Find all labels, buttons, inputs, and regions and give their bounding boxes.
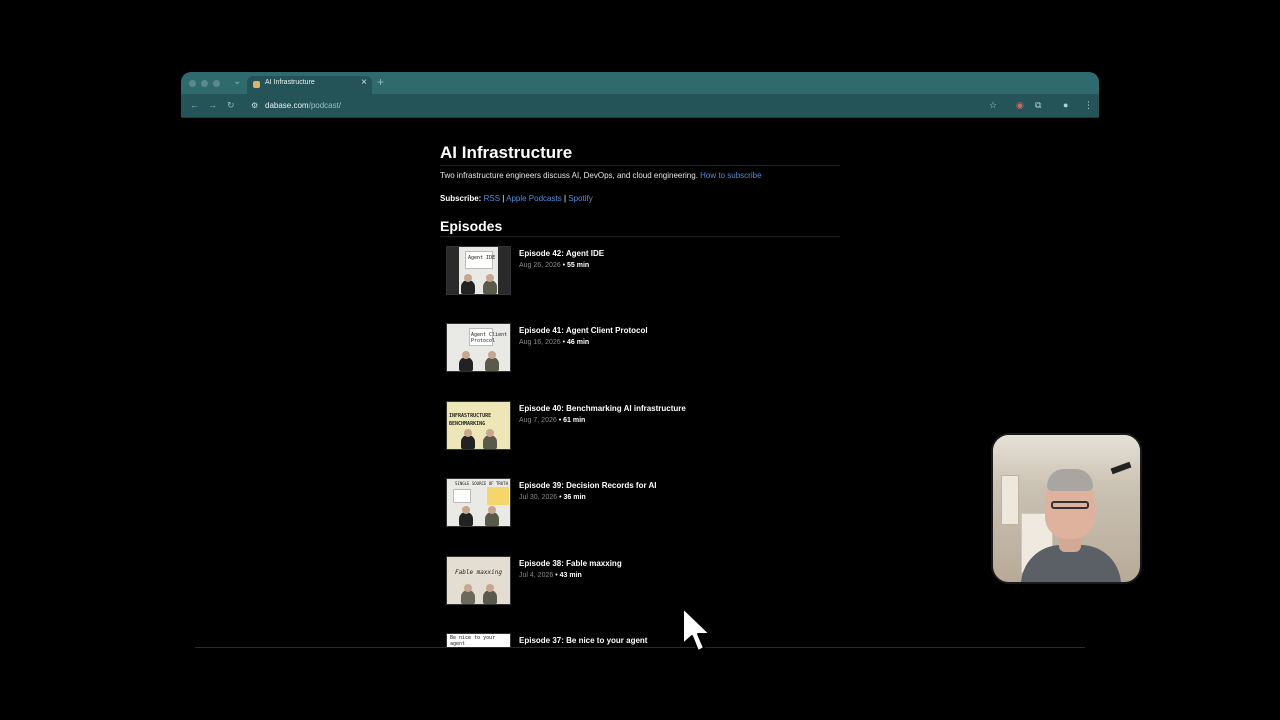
episode-thumbnail[interactable]: Agent IDE [446,246,511,295]
reload-icon[interactable]: ↻ [227,100,235,111]
episode-meta: Jul 4, 2026 • 43 min [519,572,582,579]
page-description: Two infrastructure engineers discuss AI,… [440,171,840,180]
episode-duration: 36 min [563,494,586,501]
episode-duration: 61 min [563,417,586,424]
host-figure [459,357,473,371]
thumbnail-board-text: SINGLE SOURCE OF TRUTH [455,481,508,486]
host-figure [461,590,475,604]
back-arrow-icon[interactable]: ← [190,100,199,110]
page-viewport: AI Infrastructure Two infrastructure eng… [181,119,1099,648]
site-settings-icon[interactable]: ⚙ [251,101,258,110]
subscribe-label: Subscribe: [440,194,482,203]
forward-arrow-icon[interactable]: → [208,100,217,110]
url-text[interactable]: dabase.com/podcast/ [265,101,341,110]
how-to-subscribe-link[interactable]: How to subscribe [700,171,761,180]
host-figure [485,357,499,371]
episode-title[interactable]: Episode 42: Agent IDE [519,249,604,258]
meta-separator: • [558,417,562,424]
star-icon[interactable]: ☆ [989,100,997,111]
episode-duration: 55 min [567,262,590,269]
description-text: Two infrastructure engineers discuss AI,… [440,171,698,180]
puzzle-icon[interactable]: ⧉ [1035,100,1041,111]
screen-divider [195,647,1085,648]
subscribe-row: Subscribe: RSS | Apple Podcasts | Spotif… [440,194,840,203]
tab-active[interactable]: AI Infrastructure × [247,76,372,94]
url-path: /podcast/ [308,101,342,110]
window-zoom-dot[interactable] [213,80,220,87]
episode-title[interactable]: Episode 41: Agent Client Protocol [519,326,648,335]
episode-title[interactable]: Episode 38: Fable maxxing [519,559,622,568]
episode-date: Jul 4, 2026 [519,572,554,579]
episode-item[interactable]: Fable maxxing Episode 38: Fable maxxing … [446,556,836,606]
host-figure [485,512,499,526]
host-figure [461,435,475,449]
browser-toolbar: ← → ↻ ⚙ dabase.com/podcast/ ☆ ◉ ⧉ ● ⋮ [181,94,1099,118]
tab-favicon-icon [253,81,260,88]
episode-item[interactable]: Agent Client Protocol Episode 41: Agent … [446,323,836,373]
episode-title[interactable]: Episode 37: Be nice to your agent [519,636,647,645]
host-figure [461,280,475,294]
kebab-menu-icon[interactable]: ⋮ [1084,100,1093,111]
episode-item[interactable]: SINGLE SOURCE OF TRUTH Episode 39: Decis… [446,478,836,528]
meta-separator: • [555,572,558,579]
episode-thumbnail[interactable]: Be nice to your agent [446,633,511,648]
podcast-page: AI Infrastructure Two infrastructure eng… [440,143,840,237]
episode-thumbnail[interactable]: Agent Client Protocol [446,323,511,372]
new-tab-button[interactable]: + [377,75,384,89]
episode-thumbnail[interactable]: SINGLE SOURCE OF TRUTH [446,478,511,527]
thumbnail-board-text: Be nice to your agent [450,635,496,647]
thumbnail-board-text: INFRASTRUCTURE BENCHMARKING [449,413,492,427]
extension-icon[interactable]: ◉ [1016,100,1024,111]
window-minimize-dot[interactable] [201,80,208,87]
episode-item[interactable]: Agent IDE Episode 42: Agent IDE Aug 26, … [446,246,836,296]
episodes-heading: Episodes [440,218,840,237]
episode-item[interactable]: INFRASTRUCTURE BENCHMARKING Episode 40: … [446,401,836,451]
episode-date: Aug 16, 2026 [519,339,561,346]
meta-separator: • [562,339,566,346]
rss-link[interactable]: RSS [484,194,500,203]
episode-duration: 43 min [559,572,582,579]
browser-window: ⌄ AI Infrastructure × + ← → ↻ ⚙ dabase.c… [181,72,1099,648]
episode-thumbnail[interactable]: INFRASTRUCTURE BENCHMARKING [446,401,511,450]
host-figure [483,590,497,604]
episode-date: Jul 30, 2026 [519,494,558,501]
tab-list-chevron-icon[interactable]: ⌄ [233,76,241,87]
screen-stage: ⌄ AI Infrastructure × + ← → ↻ ⚙ dabase.c… [0,0,1280,720]
meta-separator: • [562,262,566,269]
host-figure [459,512,473,526]
window-close-dot[interactable] [189,80,196,87]
separator: | [563,194,567,203]
address-bar[interactable]: ⚙ dabase.com/podcast/ [245,97,985,115]
spotify-link[interactable]: Spotify [568,194,592,203]
thumbnail-board-text: Agent Client Protocol [471,332,508,344]
separator: | [502,194,505,203]
episode-title[interactable]: Episode 39: Decision Records for AI [519,481,657,490]
tab-title: AI Infrastructure [265,79,315,86]
tab-close-icon[interactable]: × [361,77,367,88]
episode-date: Aug 7, 2026 [519,417,557,424]
tab-bar: ⌄ AI Infrastructure × + [181,72,1099,94]
apple-podcasts-link[interactable]: Apple Podcasts [506,194,562,203]
episode-date: Aug 26, 2026 [519,262,561,269]
profile-avatar-icon[interactable]: ● [1063,100,1068,110]
episode-item[interactable]: Be nice to your agent Episode 37: Be nic… [446,633,836,648]
page-title: AI Infrastructure [440,143,840,166]
episode-thumbnail[interactable]: Fable maxxing [446,556,511,605]
episode-meta: Aug 16, 2026 • 46 min [519,339,589,346]
host-figure [483,280,497,294]
thumbnail-board-text: Fable maxxing [455,569,502,576]
host-figure [483,435,497,449]
mouse-cursor-icon [682,607,711,652]
episode-title[interactable]: Episode 40: Benchmarking AI infrastructu… [519,404,686,413]
episode-meta: Jul 30, 2026 • 36 min [519,494,586,501]
url-host: dabase.com [265,101,309,110]
meta-separator: • [559,494,562,501]
thumbnail-board-text: Agent IDE [468,255,496,261]
episode-duration: 46 min [567,339,590,346]
presenter-webcam-overlay [991,433,1142,584]
episode-meta: Aug 26, 2026 • 55 min [519,262,589,269]
episode-meta: Aug 7, 2026 • 61 min [519,417,585,424]
